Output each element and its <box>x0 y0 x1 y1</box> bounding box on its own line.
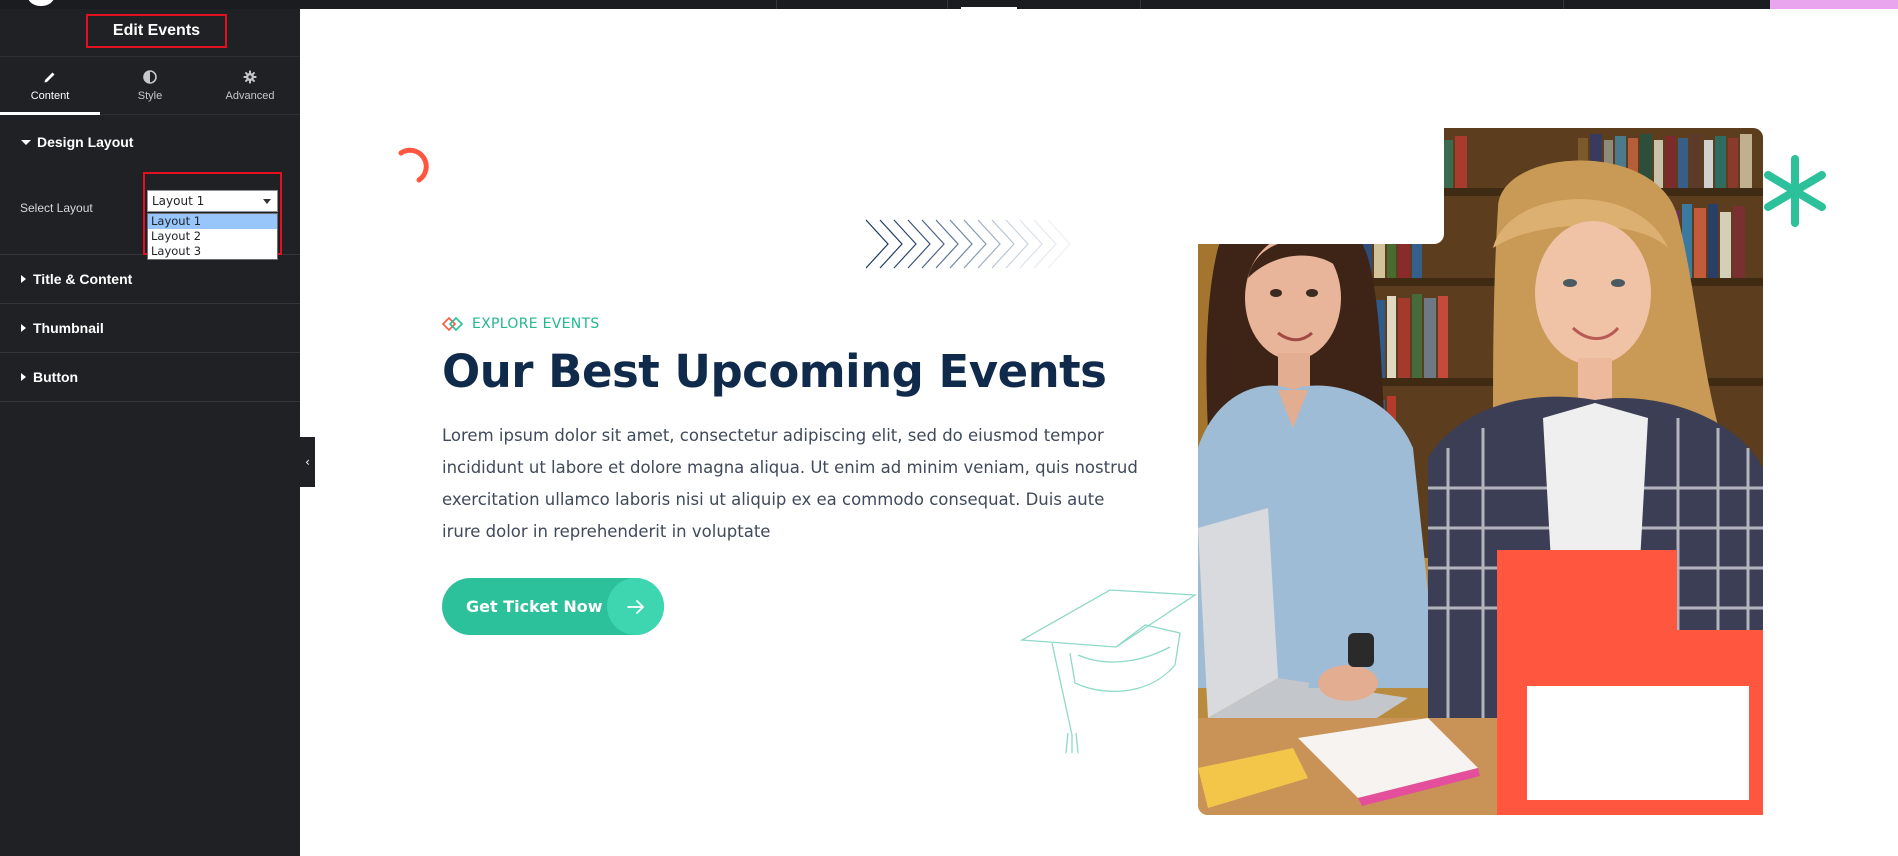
panel-header: Edit Events <box>0 9 300 57</box>
get-ticket-button[interactable]: Get Ticket Now <box>442 578 664 635</box>
button-section-label: Button <box>33 369 79 385</box>
editor-panel: Edit Events Content Style Advanced Desig… <box>0 9 300 856</box>
section-title-content[interactable]: Title & Content <box>0 255 300 304</box>
asterisk-decor <box>1764 155 1826 227</box>
section-thumbnail[interactable]: Thumbnail <box>0 304 300 353</box>
layout-option[interactable]: Layout 2 <box>148 229 277 244</box>
tab-content[interactable]: Content <box>0 57 100 115</box>
tab-advanced[interactable]: Advanced <box>200 57 300 114</box>
diamond-icon <box>442 317 464 331</box>
pencil-icon <box>44 72 55 82</box>
gear-icon <box>243 70 257 83</box>
red-outline-decor <box>1497 550 1763 815</box>
section-button[interactable]: Button <box>0 353 300 402</box>
caret-down-icon <box>21 139 31 145</box>
top-toolbar <box>0 0 1898 9</box>
layout-select[interactable]: Layout 1 <box>147 190 278 212</box>
layout-dropdown: Layout 1 Layout 2 Layout 3 <box>147 213 278 260</box>
design-layout-toggle[interactable]: Design Layout <box>0 115 300 169</box>
panel-title: Edit Events <box>86 14 227 48</box>
contrast-icon <box>143 69 157 84</box>
tab-content-label: Content <box>30 89 70 102</box>
caret-right-icon <box>21 275 26 283</box>
select-layout-label: Select Layout <box>20 201 93 215</box>
design-layout-label: Design Layout <box>37 134 134 150</box>
chevron-left-icon: ‹ <box>305 455 310 469</box>
title-content-label: Title & Content <box>33 271 133 287</box>
caret-right-icon <box>21 373 26 381</box>
arrow-right-icon <box>607 578 664 635</box>
active-indicator <box>961 7 1017 9</box>
tab-advanced-label: Advanced <box>225 89 275 102</box>
photo-cutout <box>1188 118 1444 244</box>
elementor-logo-icon[interactable] <box>28 0 54 6</box>
collapse-panel-button[interactable]: ‹ <box>300 437 315 487</box>
layout-option[interactable]: Layout 1 <box>148 214 277 229</box>
hero-paragraph: Lorem ipsum dolor sit amet, consectetur … <box>442 426 1138 541</box>
layout-select-value: Layout 1 <box>152 194 205 208</box>
graduation-cap-decor <box>1020 589 1197 754</box>
publish-area[interactable] <box>1770 0 1898 9</box>
loading-arc-icon <box>398 147 429 183</box>
chevron-pattern-decor <box>866 219 1071 269</box>
tab-style[interactable]: Style <box>100 57 200 114</box>
kicker-text: EXPLORE EVENTS <box>472 316 600 332</box>
tab-style-label: Style <box>137 89 163 102</box>
hero-heading: Our Best Upcoming Events <box>442 345 1107 398</box>
get-ticket-label: Get Ticket Now <box>466 597 603 616</box>
thumbnail-label: Thumbnail <box>33 320 104 336</box>
caret-right-icon <box>21 324 26 332</box>
dropdown-arrow-icon <box>263 199 271 204</box>
panel-tabs: Content Style Advanced <box>0 57 300 115</box>
section-kicker: EXPLORE EVENTS <box>442 316 600 332</box>
layout-option[interactable]: Layout 3 <box>148 244 277 259</box>
